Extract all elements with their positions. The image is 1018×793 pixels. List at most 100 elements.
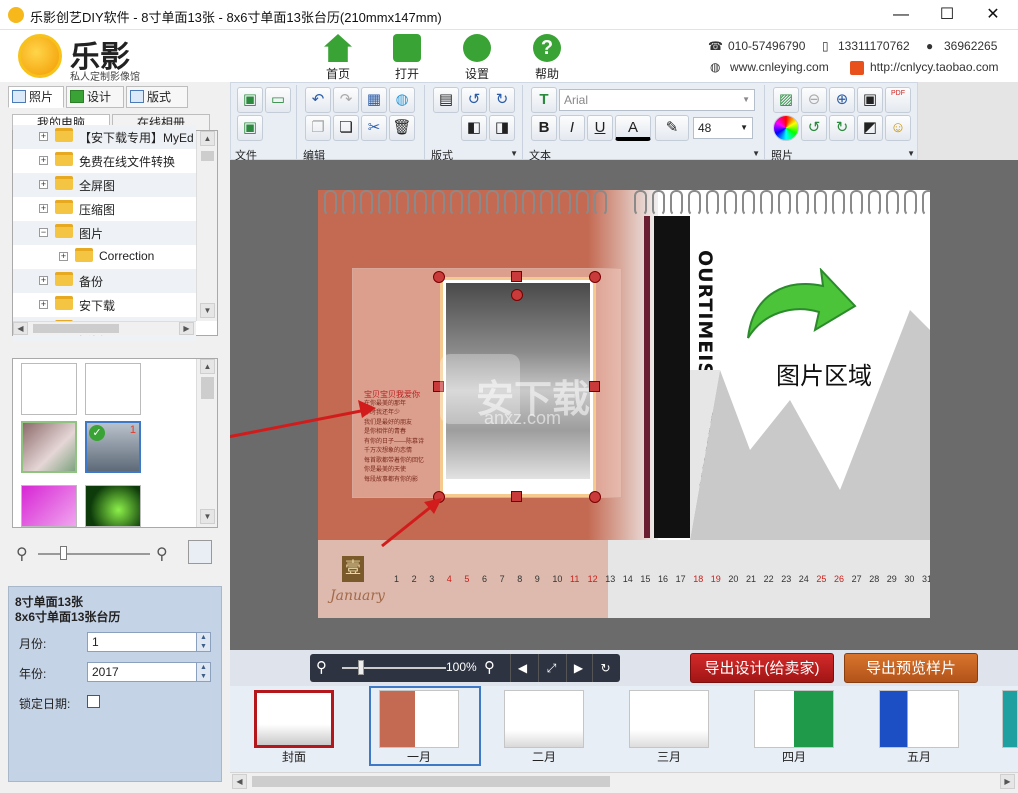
page-thumbnail[interactable]: [879, 690, 959, 748]
tree-item[interactable]: + 安下载: [13, 293, 196, 317]
spinner-arrows-icon[interactable]: ▲ ▼: [196, 663, 210, 681]
zoom-slider-handle[interactable]: [358, 660, 364, 675]
open-folder-icon[interactable]: ▭: [265, 87, 291, 113]
chevron-down-icon[interactable]: ▼: [752, 149, 760, 158]
rotate-right-icon[interactable]: ↻: [829, 115, 855, 141]
expander-icon[interactable]: +: [59, 252, 68, 261]
grid-icon[interactable]: ▦: [361, 87, 387, 113]
add-photo-icon[interactable]: ▨: [773, 87, 799, 113]
tab-layout[interactable]: 版式: [126, 86, 188, 108]
refresh-icon[interactable]: ↻: [592, 654, 618, 682]
font-size-select[interactable]: 48 ▼: [693, 117, 753, 139]
chevron-down-icon[interactable]: ▼: [510, 149, 518, 158]
thumbnail[interactable]: [85, 363, 141, 415]
tree-item[interactable]: + 压缩图: [13, 197, 196, 221]
layout-icon[interactable]: ▤: [433, 87, 459, 113]
settings-button[interactable]: 设置: [451, 32, 503, 82]
thumbnail[interactable]: [21, 363, 77, 415]
scroll-left-icon[interactable]: ◀: [232, 774, 247, 789]
open-button[interactable]: 打开: [381, 32, 433, 82]
page-thumbnail[interactable]: [504, 690, 584, 748]
zoom-out-icon[interactable]: ⚲: [16, 544, 28, 564]
scroll-right-icon[interactable]: ▶: [179, 322, 194, 335]
paste-icon[interactable]: ❏: [333, 115, 359, 141]
fit-frame-icon[interactable]: ▣: [857, 87, 883, 113]
thumbnail[interactable]: [21, 421, 77, 473]
expander-icon[interactable]: +: [39, 132, 48, 141]
resize-handle[interactable]: [511, 491, 522, 502]
tree-item[interactable]: − 图片: [13, 221, 196, 245]
delete-icon[interactable]: 🗑: [389, 115, 415, 141]
thumbnail[interactable]: [21, 485, 77, 527]
year-spinner[interactable]: 2017 ▲ ▼: [87, 662, 211, 682]
tree-hscroll-thumb[interactable]: [33, 324, 119, 333]
copy-icon[interactable]: ❐: [305, 115, 331, 141]
resize-handle[interactable]: [433, 491, 445, 503]
expander-icon[interactable]: +: [39, 204, 48, 213]
tree-item[interactable]: + 【安下载专用】MyEd: [13, 125, 196, 149]
scroll-right-icon[interactable]: ▶: [1000, 774, 1015, 789]
rotate-right-icon[interactable]: ↻: [489, 87, 515, 113]
expander-icon[interactable]: +: [39, 156, 48, 165]
italic-button[interactable]: I: [559, 115, 585, 141]
thumbs-vscroll-thumb[interactable]: [201, 377, 214, 399]
scroll-down-icon[interactable]: ▼: [200, 303, 215, 318]
cut-icon[interactable]: ✂: [361, 115, 387, 141]
scroll-up-icon[interactable]: ▲: [200, 131, 215, 146]
redo-icon[interactable]: ↷: [333, 87, 359, 113]
chevron-down-icon[interactable]: ▼: [907, 149, 915, 158]
tree-vscrollbar[interactable]: ▲ ▼: [196, 131, 217, 321]
tree-item[interactable]: + 全屏图: [13, 173, 196, 197]
rotate-left-icon[interactable]: ↺: [801, 115, 827, 141]
month-spinner[interactable]: 1 ▲ ▼: [87, 632, 211, 652]
zoom-in-icon[interactable]: ⚲: [484, 658, 495, 676]
scroll-up-icon[interactable]: ▲: [200, 359, 215, 374]
maximize-button[interactable]: ☐: [924, 0, 970, 30]
tree-item[interactable]: + 免费在线文件转换: [13, 149, 196, 173]
tab-photos[interactable]: 照片: [8, 86, 64, 108]
send-back-icon[interactable]: ◨: [489, 115, 515, 141]
emoji-icon[interactable]: ☺: [885, 115, 911, 141]
undo-icon[interactable]: ↶: [305, 87, 331, 113]
website-link[interactable]: www.cnleying.com: [730, 60, 829, 74]
zoom-slider-track[interactable]: [38, 553, 150, 555]
expander-icon[interactable]: +: [39, 276, 48, 285]
tab-design[interactable]: 设计: [66, 86, 124, 108]
page-strip-scrollbar[interactable]: ◀ ▶: [230, 772, 1018, 790]
zoom-out-icon[interactable]: ⊖: [801, 87, 827, 113]
prev-page-icon[interactable]: ◀: [510, 654, 534, 682]
font-color-icon[interactable]: A: [615, 115, 651, 141]
tree-item[interactable]: + Correction: [13, 245, 196, 269]
bold-button[interactable]: B: [531, 115, 557, 141]
close-button[interactable]: ✕: [970, 0, 1016, 30]
zoom-slider-handle[interactable]: [60, 546, 67, 560]
expander-icon[interactable]: +: [39, 180, 48, 189]
zoom-in-icon[interactable]: ⚲: [156, 544, 168, 564]
page-strip-scroll-thumb[interactable]: [252, 776, 610, 787]
thumbnail-selected[interactable]: ✓ 1: [85, 421, 141, 473]
tree-hscrollbar[interactable]: ◀ ▶: [13, 321, 196, 335]
globe-icon[interactable]: ◍: [389, 87, 415, 113]
fit-icon[interactable]: [188, 540, 212, 564]
export-preview-button[interactable]: 导出预览样片: [844, 653, 978, 683]
resize-handle[interactable]: [589, 381, 600, 392]
save-icon[interactable]: ▣: [237, 87, 263, 113]
shop-link[interactable]: http://cnlycy.taobao.com: [870, 60, 999, 74]
next-page-icon[interactable]: ▶: [566, 654, 590, 682]
bring-front-icon[interactable]: ◧: [461, 115, 487, 141]
spinner-arrows-icon[interactable]: ▲ ▼: [196, 633, 210, 651]
font-select[interactable]: Arial ▼: [559, 89, 755, 111]
scroll-down-icon[interactable]: ▼: [200, 509, 215, 524]
page-thumbnail[interactable]: [629, 690, 709, 748]
export-design-button[interactable]: 导出设计(给卖家): [690, 653, 834, 683]
tree-vscroll-thumb[interactable]: [201, 151, 214, 161]
page-thumbnail[interactable]: [1002, 690, 1018, 748]
help-button[interactable]: ? 帮助: [521, 32, 573, 82]
expander-icon[interactable]: −: [39, 228, 48, 237]
tree-item[interactable]: + 备份: [13, 269, 196, 293]
scroll-left-icon[interactable]: ◀: [13, 322, 28, 335]
text-tool-icon[interactable]: T: [531, 87, 557, 113]
page-thumbnail[interactable]: [254, 690, 334, 748]
resize-handle[interactable]: [511, 271, 522, 282]
page-thumbnail[interactable]: [754, 690, 834, 748]
